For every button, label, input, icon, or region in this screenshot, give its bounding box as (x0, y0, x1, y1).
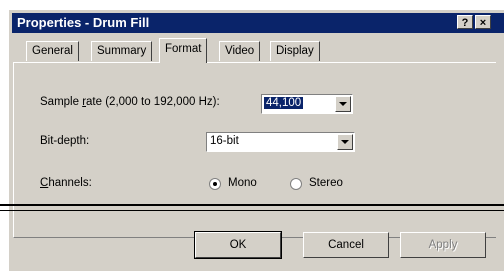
bit-depth-combo[interactable]: 16-bit (206, 132, 355, 152)
window-title: Properties - Drum Fill (17, 15, 150, 30)
stereo-label[interactable]: Stereo (309, 177, 343, 189)
ok-button[interactable]: OK (194, 231, 282, 259)
sample-rate-label-suffix: ate (2,000 to 192,000 Hz): (86, 96, 220, 108)
chevron-down-icon[interactable] (337, 134, 353, 150)
channels-label-suffix: hannels: (48, 177, 92, 189)
tab-format[interactable]: Format (159, 38, 208, 63)
divider-line (0, 204, 504, 206)
help-button[interactable]: ? (457, 15, 473, 29)
apply-button[interactable]: Apply (400, 232, 486, 258)
channels-label: Channels: (40, 177, 92, 189)
tab-general[interactable]: General (26, 41, 79, 61)
cancel-button[interactable]: Cancel (303, 232, 389, 258)
sample-rate-label-prefix: Sample (40, 96, 83, 108)
tab-summary[interactable]: Summary (91, 41, 153, 61)
mono-radio[interactable] (209, 178, 221, 190)
sample-rate-label: Sample rate (2,000 to 192,000 Hz): (40, 96, 220, 108)
sample-rate-value[interactable]: 44,100 (264, 97, 304, 109)
bit-depth-label: Bit-depth: (40, 135, 90, 147)
stereo-radio[interactable] (290, 178, 302, 190)
tab-video[interactable]: Video (219, 41, 261, 61)
close-button[interactable]: × (475, 15, 491, 29)
mono-label[interactable]: Mono (228, 177, 257, 189)
divider-line-secondary (0, 210, 504, 211)
bit-depth-value[interactable]: 16-bit (210, 135, 239, 147)
title-bar[interactable]: Properties - Drum Fill ? × (12, 13, 504, 33)
chevron-down-icon[interactable] (335, 96, 351, 112)
sample-rate-combo[interactable]: 44,100 (261, 94, 353, 114)
tab-display[interactable]: Display (270, 41, 320, 61)
